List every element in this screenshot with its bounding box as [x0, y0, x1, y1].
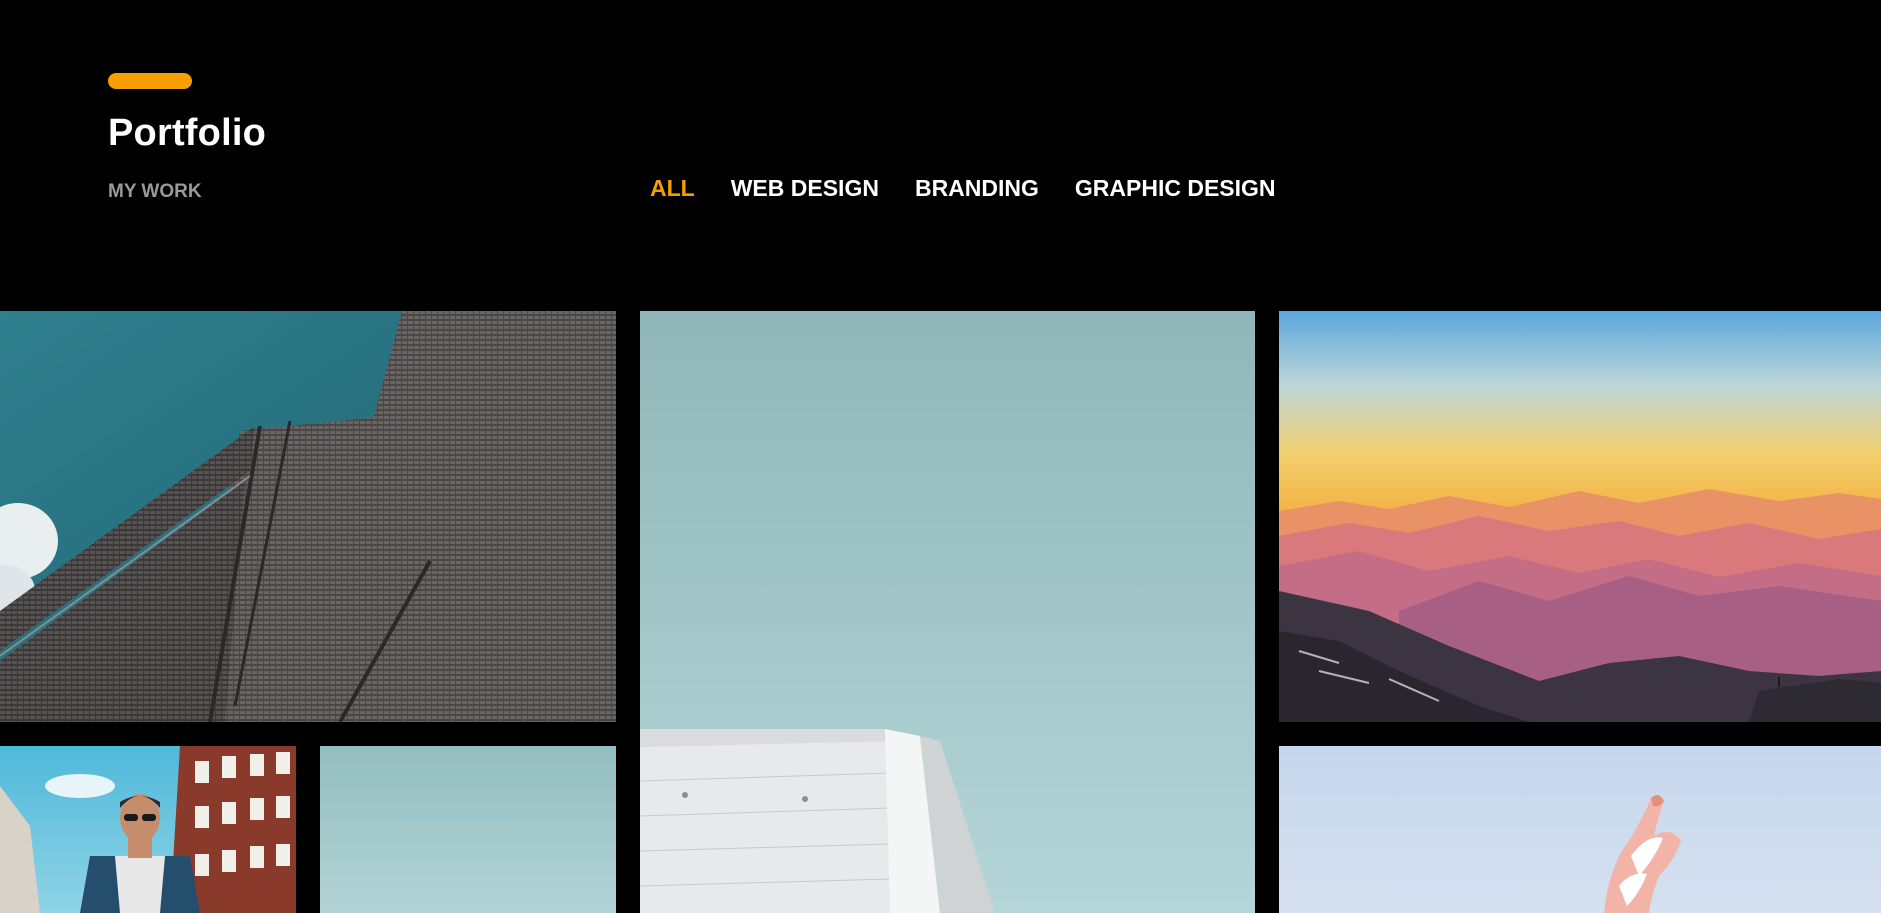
portfolio-filter-nav: ALL WEB DESIGN BRANDING GRAPHIC DESIGN: [650, 174, 1276, 202]
portfolio-item-brick-building[interactable]: [0, 311, 616, 722]
filter-branding[interactable]: BRANDING: [915, 174, 1039, 202]
portfolio-page: Portfolio MY WORK ALL WEB DESIGN BRANDIN…: [0, 0, 1881, 913]
portfolio-item-white-building[interactable]: [640, 311, 1255, 913]
pale-sky-image: [320, 746, 616, 913]
portfolio-item-pink-sculpture[interactable]: [1279, 746, 1881, 913]
white-building-image: [640, 311, 1255, 913]
filter-all[interactable]: ALL: [650, 174, 695, 202]
accent-bar: [108, 73, 192, 89]
filter-web-design[interactable]: WEB DESIGN: [731, 174, 879, 202]
man-street-image: [0, 746, 296, 913]
sunset-mountains-image: [1279, 311, 1881, 722]
pink-sculpture-image: [1279, 746, 1881, 913]
brick-building-image: [0, 311, 616, 722]
filter-graphic-design[interactable]: GRAPHIC DESIGN: [1075, 174, 1276, 202]
page-subtitle: MY WORK: [108, 181, 202, 202]
portfolio-item-sunset-mountains[interactable]: [1279, 311, 1881, 722]
page-title: Portfolio: [108, 112, 266, 154]
portfolio-item-man-street[interactable]: [0, 746, 296, 913]
portfolio-item-pale-sky[interactable]: [320, 746, 616, 913]
